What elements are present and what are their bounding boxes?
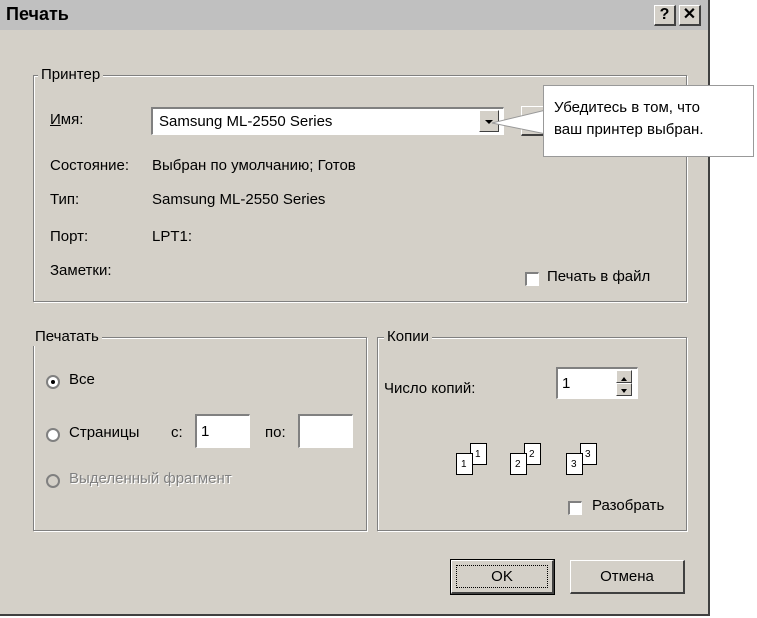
callout-line-2: ваш принтер выбран. (554, 121, 704, 138)
from-label: с: (171, 424, 183, 441)
copies-up-button[interactable] (616, 370, 632, 383)
collate-label[interactable]: Разобрать (592, 497, 664, 514)
collate-page: 2 (510, 453, 527, 475)
copies-legend: Копии (384, 328, 432, 346)
cancel-button[interactable]: Отмена (570, 560, 685, 594)
all-label[interactable]: Все (69, 371, 95, 388)
from-page-value: 1 (201, 423, 210, 440)
to-page-input[interactable] (298, 414, 353, 448)
print-to-file-checkbox[interactable] (525, 272, 539, 286)
collate-page: 1 (456, 453, 473, 475)
dialog-title: Печать (6, 4, 69, 24)
port-label: Порт: (50, 228, 89, 245)
all-radio[interactable] (46, 375, 60, 389)
callout-note: Убедитесь в том, что ваш принтер выбран. (543, 85, 754, 157)
ok-button[interactable]: OK (450, 559, 555, 595)
collate-page: 3 (566, 453, 583, 475)
status-value: Выбран по умолчанию; Готов (152, 157, 356, 174)
copies-down-button[interactable] (616, 383, 632, 396)
status-label: Состояние: (50, 157, 130, 174)
copies-count-input[interactable]: 1 (556, 367, 638, 399)
collate-checkbox[interactable] (568, 501, 582, 515)
selection-radio[interactable] (46, 474, 60, 488)
title-bar: Печать ? ✕ (0, 0, 708, 30)
printer-name-label: Имя: (50, 111, 84, 128)
ok-button-label: OK (491, 568, 513, 585)
print-to-file-label[interactable]: Печать в файл (547, 268, 650, 285)
pages-label[interactable]: Страницы (69, 424, 139, 441)
copies-count-label: Число копий: (384, 380, 476, 397)
callout-pointer (491, 109, 547, 135)
print-range-legend: Печатать (32, 328, 102, 346)
arrow-down-icon (621, 389, 627, 393)
from-page-input[interactable]: 1 (195, 414, 250, 448)
selection-label[interactable]: Выделенный фрагмент (69, 470, 232, 487)
type-label: Тип: (50, 191, 80, 208)
notes-label: Заметки: (50, 262, 112, 279)
printer-name-label-rest: мя: (60, 111, 84, 128)
port-value: LPT1: (152, 228, 193, 245)
copies-count-value: 1 (562, 375, 571, 392)
type-value: Samsung ML-2550 Series (152, 191, 326, 208)
help-button[interactable]: ? (654, 5, 676, 26)
printer-name-select[interactable]: Samsung ML-2550 Series (151, 107, 504, 135)
collate-icon: 1 1 2 2 3 3 (456, 443, 606, 488)
printer-name-value: Samsung ML-2550 Series (159, 113, 333, 130)
callout-line-1: Убедитесь в том, что (554, 99, 700, 116)
printer-group-legend: Принтер (38, 66, 104, 84)
to-label: по: (265, 424, 286, 441)
pages-radio[interactable] (46, 428, 60, 442)
close-button[interactable]: ✕ (679, 5, 701, 26)
cancel-button-label: Отмена (600, 568, 654, 585)
